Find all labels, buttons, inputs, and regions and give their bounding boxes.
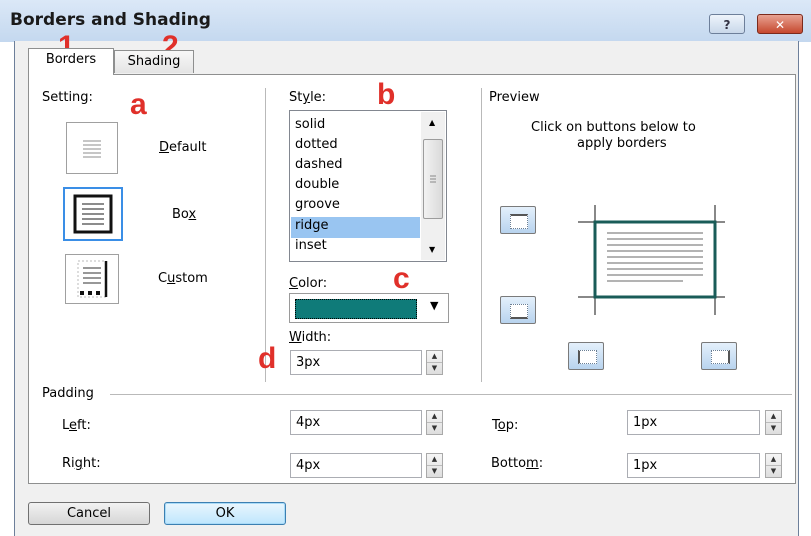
padding-top-input[interactable]: 1px <box>627 410 760 435</box>
spin-down-icon[interactable]: ▼ <box>427 423 442 434</box>
padding-label: Padding <box>42 386 94 401</box>
width-input[interactable]: 3px <box>290 350 422 375</box>
setting-default-option[interactable] <box>66 122 118 174</box>
bottom-border-button[interactable] <box>500 296 536 324</box>
setting-custom-label: Custom <box>158 271 208 286</box>
border-preview <box>578 205 725 315</box>
title-bar: Borders and Shading ? ✕ <box>0 0 811 42</box>
setting-default-label: Default <box>159 140 207 155</box>
preview-hint-line2: apply borders <box>577 136 667 151</box>
padding-right-input[interactable]: 4px <box>290 453 422 478</box>
help-icon: ? <box>723 18 731 32</box>
ok-button[interactable]: OK <box>164 502 286 525</box>
right-border-icon <box>711 350 730 364</box>
scroll-down-icon[interactable]: ▼ <box>429 245 435 254</box>
padding-left-input[interactable]: 4px <box>290 410 422 435</box>
setting-box-option[interactable] <box>63 187 123 241</box>
left-border-icon <box>578 350 597 364</box>
spin-up-icon[interactable]: ▲ <box>766 454 781 466</box>
padding-bottom-input[interactable]: 1px <box>627 453 760 478</box>
style-label: Style: <box>289 90 327 105</box>
style-listbox[interactable]: solid dotted dashed double groove ridge … <box>289 110 447 262</box>
spin-up-icon[interactable]: ▲ <box>427 411 442 423</box>
color-swatch <box>295 299 417 319</box>
annotation-d: d <box>258 342 277 375</box>
style-option[interactable]: dotted <box>295 137 338 152</box>
annotation-c: c <box>393 262 410 295</box>
top-border-button[interactable] <box>500 206 536 234</box>
left-border-button[interactable] <box>568 342 604 370</box>
preview-hint-line1: Click on buttons below to <box>531 120 696 135</box>
padding-right-stepper[interactable]: ▲ ▼ <box>426 453 443 478</box>
tab-borders-label: Borders <box>45 52 97 67</box>
spin-up-icon[interactable]: ▲ <box>427 351 442 363</box>
padding-bottom-stepper[interactable]: ▲ ▼ <box>765 453 782 478</box>
spin-up-icon[interactable]: ▲ <box>766 411 781 423</box>
padding-right-label: Right: <box>62 456 101 471</box>
chevron-down-icon[interactable]: ▼ <box>430 299 438 312</box>
tab-borders[interactable]: Borders <box>28 48 114 75</box>
annotation-a: a <box>130 88 147 121</box>
close-icon: ✕ <box>774 18 786 32</box>
padding-left-label: Left: <box>62 418 91 433</box>
close-button[interactable]: ✕ <box>757 14 803 34</box>
dialog-title: Borders and Shading <box>10 10 211 30</box>
spin-down-icon[interactable]: ▼ <box>766 423 781 434</box>
style-scrollbar[interactable]: ▲ ▼ <box>421 112 445 260</box>
padding-bottom-label: Bottom: <box>491 456 544 471</box>
padding-left-stepper[interactable]: ▲ ▼ <box>426 410 443 435</box>
style-option[interactable]: inset <box>295 238 327 253</box>
scroll-thumb[interactable] <box>423 139 443 219</box>
borders-shading-dialog: Borders and Shading ? ✕ 1 2 Borders Shad… <box>0 0 811 536</box>
divider <box>265 88 266 382</box>
setting-box-label: Box <box>172 207 197 222</box>
style-option[interactable]: dashed <box>295 157 342 172</box>
padding-top-stepper[interactable]: ▲ ▼ <box>765 410 782 435</box>
annotation-b: b <box>377 78 396 111</box>
tab-shading-label: Shading <box>127 54 181 69</box>
style-option[interactable]: solid <box>295 117 325 132</box>
custom-border-icon <box>77 260 108 298</box>
padding-divider <box>110 394 792 395</box>
divider <box>481 88 482 382</box>
width-label: Width: <box>289 330 332 345</box>
box-border-icon <box>73 194 113 234</box>
spin-down-icon[interactable]: ▼ <box>427 466 442 477</box>
setting-label: Setting: <box>42 90 93 105</box>
default-border-icon <box>83 140 101 158</box>
grip-icon <box>430 175 436 183</box>
tab-shading[interactable]: Shading <box>114 50 194 73</box>
width-stepper[interactable]: ▲ ▼ <box>426 350 443 375</box>
scroll-up-icon[interactable]: ▲ <box>429 118 435 127</box>
cancel-button[interactable]: Cancel <box>28 502 150 525</box>
style-option[interactable]: groove <box>295 197 340 212</box>
style-option-selected[interactable]: ridge <box>295 218 328 233</box>
spin-down-icon[interactable]: ▼ <box>427 363 442 374</box>
top-border-icon <box>510 214 528 229</box>
bottom-border-icon <box>510 304 528 319</box>
padding-top-label: Top: <box>492 418 519 433</box>
spin-down-icon[interactable]: ▼ <box>766 466 781 477</box>
spin-up-icon[interactable]: ▲ <box>427 454 442 466</box>
right-border-button[interactable] <box>701 342 737 370</box>
style-option[interactable]: double <box>295 177 339 192</box>
color-label: Color: <box>289 276 328 291</box>
color-dropdown[interactable]: ▼ <box>289 293 449 323</box>
setting-custom-option[interactable] <box>65 254 119 304</box>
help-button[interactable]: ? <box>709 14 745 34</box>
preview-label: Preview <box>489 90 540 105</box>
